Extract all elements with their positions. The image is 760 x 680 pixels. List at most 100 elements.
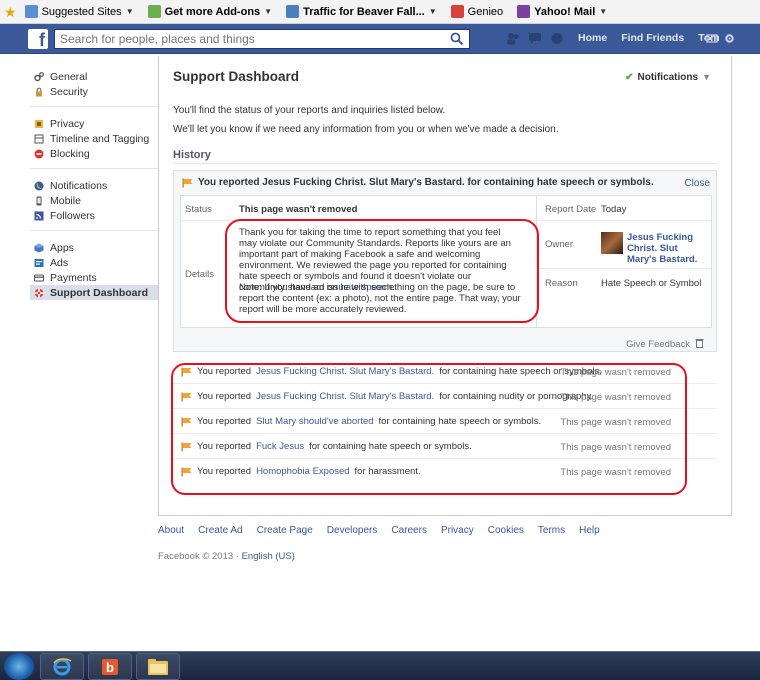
sidebar-item-ads[interactable]: Ads [30, 255, 158, 270]
mobile-icon [36, 196, 42, 205]
settings-gear-icon[interactable] [724, 33, 735, 44]
report-row[interactable]: You reported Slut Mary should've aborted… [173, 409, 717, 434]
report-detail-table: Status This page wasn't removed Details … [180, 195, 712, 328]
report-status: This page wasn't removed [560, 467, 671, 478]
favorite-traffic[interactable]: Traffic for Beaver Fall... ▼ [280, 2, 443, 22]
reported-page-link[interactable]: Jesus Fucking Christ. Slut Mary's Bastar… [256, 391, 434, 402]
ie-page-icon [24, 5, 38, 18]
taskbar-ie-button[interactable] [40, 653, 84, 680]
ie-page-icon [147, 5, 161, 18]
reported-page-link[interactable]: Fuck Jesus [256, 441, 304, 452]
footer-link-developers[interactable]: Developers [327, 525, 378, 536]
taskbar-explorer-button[interactable] [136, 653, 180, 680]
sidebar-item-privacy[interactable]: Privacy [30, 116, 158, 131]
report-flag-icon [181, 392, 192, 401]
windows-taskbar: b [0, 651, 760, 680]
status-label: Status [185, 204, 212, 215]
sidebar-item-security[interactable]: Security [30, 84, 158, 99]
divider [181, 220, 536, 221]
footer-link-terms[interactable]: Terms [538, 525, 565, 536]
ads-icon [34, 258, 44, 267]
reason-value: Hate Speech or Symbol [601, 278, 702, 289]
notifications-globe-icon[interactable] [550, 32, 564, 45]
intro-text-contact: We'll let you know if we need any inform… [173, 124, 559, 135]
search-box [54, 29, 470, 49]
details-note: Note: If you have an issue with somethin… [239, 282, 521, 315]
favorites-star-icon[interactable]: ★ [4, 5, 17, 19]
chevron-down-icon: ▼ [428, 7, 437, 16]
reported-page-link[interactable]: Jesus Fucking Christ. Slut Mary's Bastar… [256, 366, 434, 377]
svg-text:b: b [106, 660, 114, 675]
owner-link[interactable]: Jesus Fucking Christ. Slut Mary's Bastar… [627, 232, 707, 265]
report-date-value: Today [601, 204, 627, 215]
reported-page-link[interactable]: Slut Mary should've aborted [256, 416, 373, 427]
sidebar-item-notifications[interactable]: Notifications [30, 178, 158, 193]
gear-icon [34, 71, 44, 81]
taskbar-app-button[interactable]: b [88, 653, 132, 680]
report-status: This page wasn't removed [560, 392, 671, 403]
report-row[interactable]: You reported Homophobia Exposed for hara… [173, 459, 717, 484]
lock-icon [36, 87, 42, 96]
report-history-list: You reported Jesus Fucking Christ. Slut … [173, 359, 717, 484]
intro-text-status: You'll find the status of your reports a… [173, 105, 446, 116]
favorite-yahoo-mail[interactable]: Yahoo! Mail ▼ [511, 2, 613, 22]
messages-icon[interactable] [528, 32, 542, 45]
notifications-toggle[interactable]: ✔ Notifications ▼ [625, 72, 711, 83]
privacy-shortcuts-icon[interactable] [706, 33, 718, 44]
sidebar-item-payments[interactable]: Payments [30, 270, 158, 285]
search-icon[interactable] [450, 32, 464, 46]
nav-home[interactable]: Home [578, 32, 607, 44]
friend-requests-icon[interactable] [506, 32, 520, 45]
favorite-get-addons[interactable]: Get more Add-ons ▼ [142, 2, 278, 22]
report-status: This page wasn't removed [560, 417, 671, 428]
divider [536, 196, 537, 327]
reason-label: Reason [545, 278, 578, 289]
divider [536, 268, 711, 269]
close-link[interactable]: Close [684, 178, 710, 189]
footer-link-cookies[interactable]: Cookies [488, 525, 524, 536]
globe-icon [34, 181, 44, 190]
details-label: Details [185, 269, 215, 280]
owner-label: Owner [545, 239, 573, 250]
facebook-logo[interactable]: f [28, 29, 48, 50]
report-date-label: Report Date [545, 204, 597, 215]
search-input[interactable] [55, 30, 435, 48]
sidebar-item-general[interactable]: General [30, 69, 158, 84]
chevron-down-icon: ▼ [125, 7, 134, 16]
lifebuoy-icon [34, 288, 44, 297]
favorite-genieo[interactable]: Genieo [445, 2, 509, 22]
page-title: Support Dashboard [173, 69, 300, 84]
language-link[interactable]: English (US) [242, 551, 295, 562]
sidebar-item-followers[interactable]: Followers [30, 208, 158, 223]
support-dashboard-panel: Support Dashboard ✔ Notifications ▼ You'll… [158, 56, 732, 516]
divider [173, 163, 717, 164]
trash-icon[interactable] [695, 338, 704, 348]
reported-page-link[interactable]: Homophobia Exposed [256, 466, 349, 477]
footer-link-create-page[interactable]: Create Page [257, 525, 313, 536]
give-feedback-link[interactable]: Give Feedback [626, 339, 690, 350]
start-button[interactable] [4, 653, 34, 680]
footer-link-privacy[interactable]: Privacy [441, 525, 474, 536]
owner-avatar[interactable] [601, 232, 623, 254]
expanded-report-header[interactable]: You reported Jesus Fucking Christ. Slut … [182, 177, 654, 188]
footer-link-careers[interactable]: Careers [391, 525, 427, 536]
report-row[interactable]: You reported Jesus Fucking Christ. Slut … [173, 384, 717, 409]
sidebar-item-apps[interactable]: Apps [30, 240, 158, 255]
sidebar-item-mobile[interactable]: Mobile [30, 193, 158, 208]
sidebar-item-support-dashboard[interactable]: Support Dashboard [30, 285, 158, 300]
footer-link-create-ad[interactable]: Create Ad [198, 525, 242, 536]
copyright: Facebook © 2013 · English (US) [158, 551, 295, 562]
apps-icon [34, 243, 44, 252]
report-row[interactable]: You reported Jesus Fucking Christ. Slut … [173, 359, 717, 384]
footer-link-help[interactable]: Help [579, 525, 600, 536]
sidebar-item-blocking[interactable]: Blocking [30, 146, 158, 161]
block-icon [34, 149, 44, 158]
footer-link-about[interactable]: About [158, 525, 184, 536]
nav-find-friends[interactable]: Find Friends [621, 32, 684, 44]
top-icons [706, 33, 735, 44]
report-row[interactable]: You reported Fuck Jesus for containing h… [173, 434, 717, 459]
favorite-suggested-sites[interactable]: Suggested Sites ▼ [19, 2, 140, 22]
sidebar-item-timeline[interactable]: Timeline and Tagging [30, 131, 158, 146]
sidebar-group-apps: Apps Ads Payments Support Dashboard [30, 237, 158, 307]
top-nav: Home Find Friends Tom [578, 32, 720, 44]
